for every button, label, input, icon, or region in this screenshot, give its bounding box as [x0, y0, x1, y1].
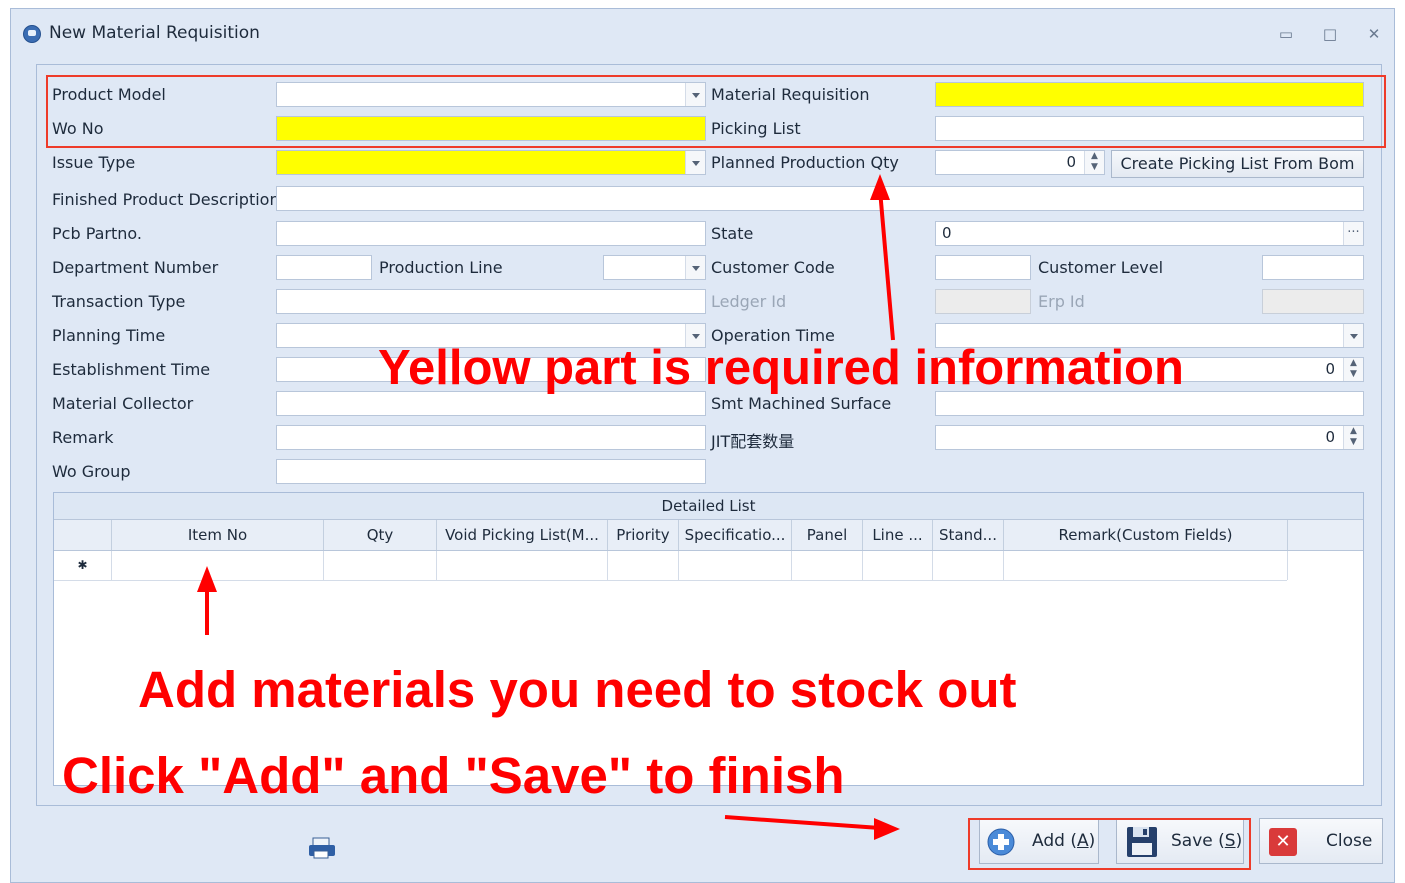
finish-annotation: Click "Add" and "Save" to finish	[62, 747, 845, 804]
add-materials-annotation: Add materials you need to stock out	[138, 661, 1017, 718]
required-info-annotation: Yellow part is required information	[378, 341, 1184, 395]
